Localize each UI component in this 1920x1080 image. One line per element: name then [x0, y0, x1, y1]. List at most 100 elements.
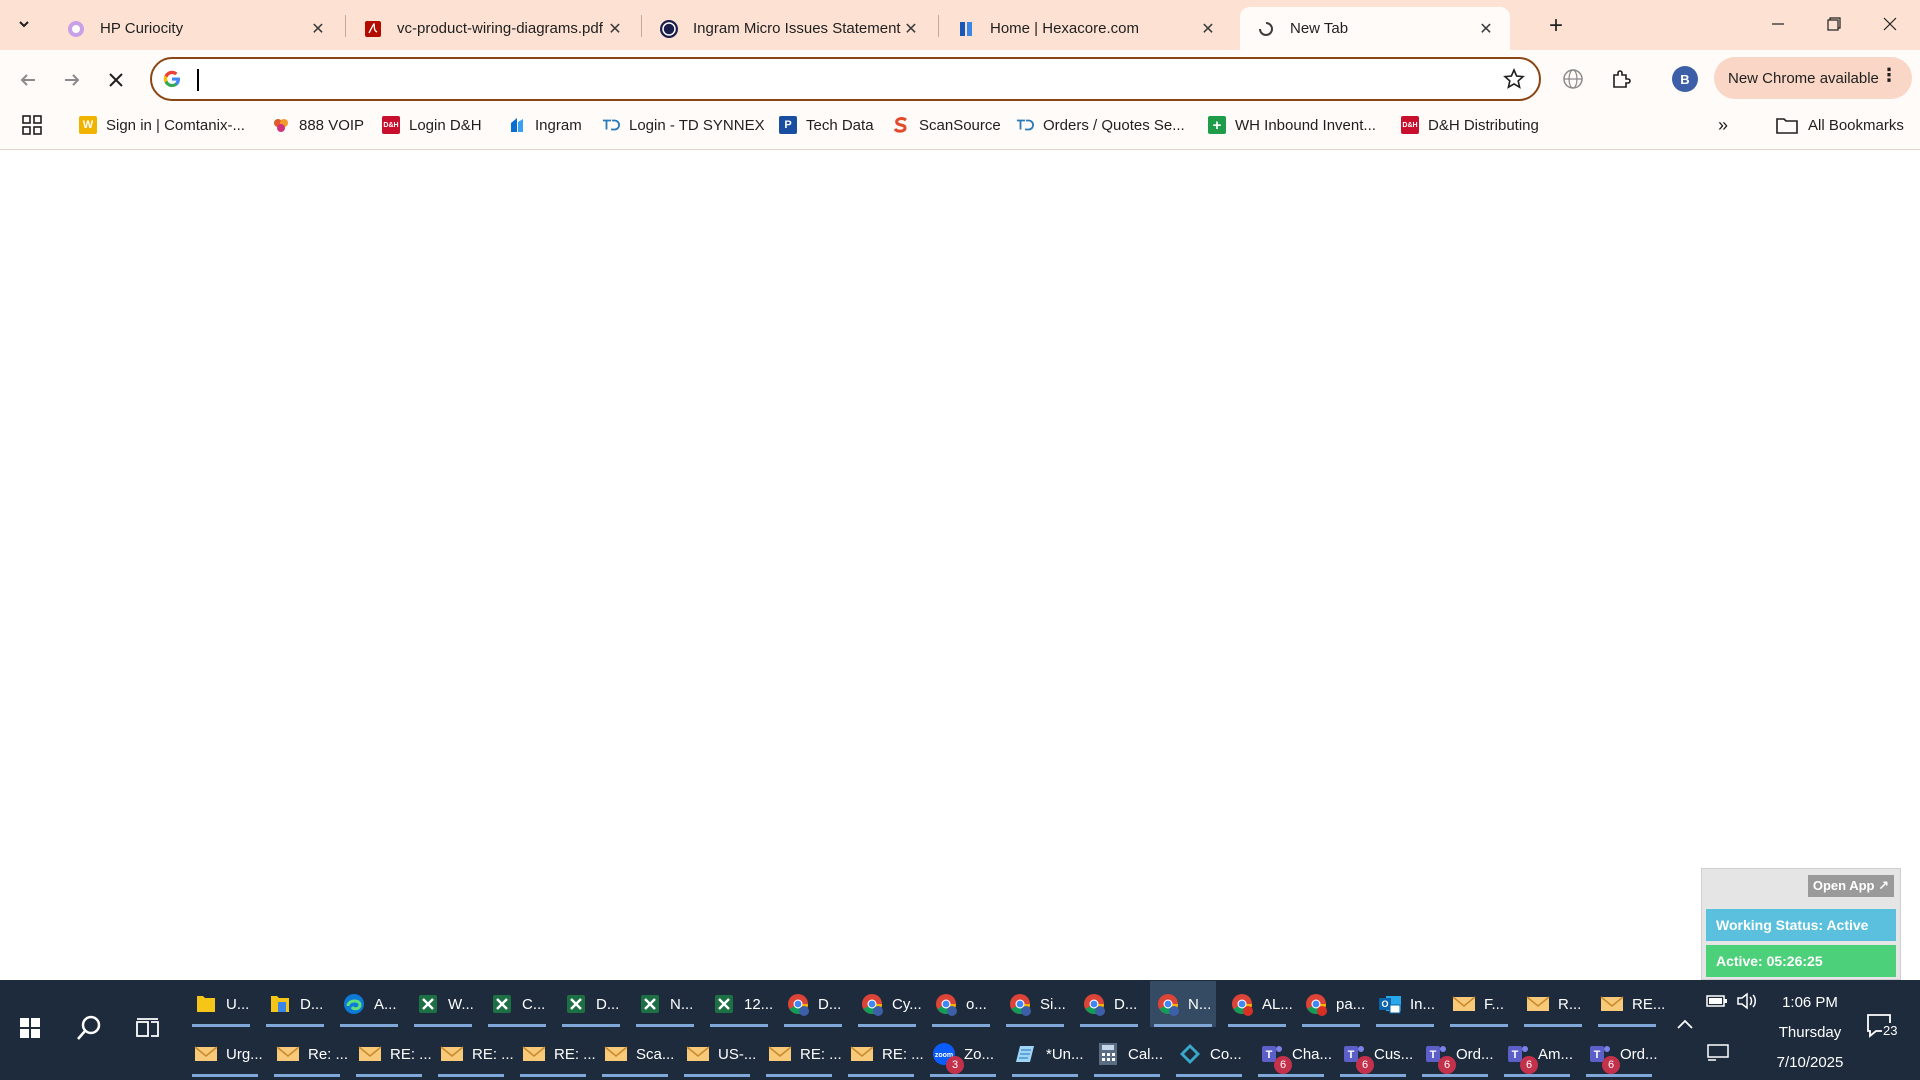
svg-text:T: T: [1594, 1049, 1601, 1061]
forward-button[interactable]: [54, 62, 90, 98]
tab-strip: HP Curiocity ✕ vc-product-wiring-diagram…: [0, 0, 1920, 50]
mail-icon: [1524, 990, 1552, 1018]
taskbar-app-button[interactable]: N...: [632, 981, 698, 1027]
bookmark-scansource[interactable]: ScanSource: [892, 113, 1001, 137]
volume-icon[interactable]: [1736, 991, 1760, 1015]
address-input[interactable]: [196, 65, 1446, 93]
taskbar-app-button[interactable]: T 6 Am...: [1500, 1031, 1574, 1077]
taskbar-app-button[interactable]: pa...: [1298, 981, 1365, 1027]
all-bookmarks-button[interactable]: All Bookmarks: [1776, 113, 1904, 137]
taskbar-app-button[interactable]: o...: [928, 981, 994, 1027]
tab-new-tab[interactable]: New Tab ✕: [1240, 7, 1510, 50]
bookmark-label: Tech Data: [806, 116, 874, 134]
tab-search-button[interactable]: [8, 8, 40, 40]
tab-hp-curiocity[interactable]: HP Curiocity ✕: [50, 7, 342, 50]
taskbar-app-button[interactable]: Si...: [1002, 981, 1068, 1027]
bookmark-ingram[interactable]: Ingram: [508, 113, 582, 137]
taskbar-app-button[interactable]: AL...: [1224, 981, 1293, 1027]
taskbar-app-button[interactable]: F...: [1446, 981, 1512, 1027]
apps-button[interactable]: [22, 113, 42, 137]
taskbar-app-button[interactable]: T 6 Cha...: [1254, 1031, 1332, 1077]
svg-text:T: T: [1266, 1049, 1273, 1061]
bookmark-label: 888 VOIP: [299, 116, 365, 134]
taskbar-app-button[interactable]: Re: ...: [270, 1031, 348, 1077]
bookmark-dh-distributing[interactable]: D&H D&H Distributing: [1401, 113, 1539, 137]
address-bar[interactable]: [150, 57, 1541, 101]
star-icon[interactable]: [1503, 68, 1525, 90]
calculator-icon: [1094, 1040, 1122, 1068]
taskbar-app-label: Cus...: [1374, 1045, 1414, 1063]
battery-icon[interactable]: [1706, 993, 1728, 1013]
taskbar-clock[interactable]: 1:06 PM Thursday 7/10/2025: [1765, 988, 1855, 1078]
taskbar-app-button[interactable]: Urg...: [188, 1031, 263, 1077]
tab-hexacore[interactable]: Home | Hexacore.com ✕: [940, 7, 1232, 50]
close-icon[interactable]: ✕: [1476, 19, 1496, 39]
close-icon[interactable]: ✕: [901, 19, 921, 39]
taskbar-app-button[interactable]: U...: [188, 981, 254, 1027]
bookmark-888-voip[interactable]: 888 VOIP: [272, 113, 364, 137]
tab-ingram-statement[interactable]: Ingram Micro Issues Statement ✕: [643, 7, 935, 50]
taskbar-app-button[interactable]: zoom 3 Zo...: [926, 1031, 1000, 1077]
bookmark-tech-data[interactable]: P Tech Data: [779, 113, 874, 137]
taskbar-app-button[interactable]: T 6 Ord...: [1582, 1031, 1658, 1077]
stop-loading-button[interactable]: [98, 62, 134, 98]
taskbar-app-button[interactable]: RE: ...: [434, 1031, 514, 1077]
bookmark-wh-inbound[interactable]: + WH Inbound Invent...: [1208, 113, 1376, 137]
close-icon[interactable]: ✕: [605, 19, 625, 39]
taskbar-app-button[interactable]: C...: [484, 981, 550, 1027]
translate-button[interactable]: [1556, 62, 1590, 96]
taskbar-app-button[interactable]: RE: ...: [844, 1031, 924, 1077]
taskbar-app-button[interactable]: US-...: [680, 1031, 756, 1077]
taskbar-app-button[interactable]: Cal...: [1090, 1031, 1164, 1077]
taskbar-app-button[interactable]: 12...: [706, 981, 773, 1027]
taskbar-app-button[interactable]: Sca...: [598, 1031, 674, 1077]
bookmark-comtanix[interactable]: W Sign in | Comtanix-...: [79, 113, 245, 137]
profile-avatar[interactable]: B: [1672, 66, 1698, 92]
taskbar-app-button[interactable]: RE...: [1594, 981, 1665, 1027]
search-button[interactable]: [61, 996, 117, 1060]
taskbar-app-label: Cal...: [1128, 1045, 1164, 1063]
taskbar-app-label: Ord...: [1456, 1045, 1494, 1063]
taskbar-app-button[interactable]: RE: ...: [762, 1031, 842, 1077]
new-tab-button[interactable]: +: [1540, 10, 1572, 42]
taskbar-app-button[interactable]: A...: [336, 981, 402, 1027]
restore-button[interactable]: [1806, 0, 1862, 48]
notification-center-button[interactable]: 23: [1866, 1013, 1899, 1043]
close-icon[interactable]: ✕: [1198, 19, 1218, 39]
task-view-button[interactable]: [120, 996, 176, 1060]
taskbar-app-button[interactable]: Co...: [1172, 1031, 1246, 1077]
start-button[interactable]: [2, 996, 58, 1060]
bookmark-orders-quotes[interactable]: Orders / Quotes Se...: [1016, 113, 1185, 137]
minimize-icon: [1772, 23, 1784, 25]
taskbar-app-button[interactable]: *Un...: [1008, 1031, 1084, 1077]
network-icon[interactable]: [1706, 1042, 1730, 1066]
taskbar-app-button[interactable]: RE: ...: [352, 1031, 432, 1077]
taskbar-app-button[interactable]: O In...: [1372, 981, 1438, 1027]
tab-wiring-diagrams-pdf[interactable]: vc-product-wiring-diagrams.pdf ✕: [347, 7, 639, 50]
open-app-button[interactable]: Open App ↗: [1807, 875, 1894, 897]
taskbar-app-button[interactable]: R...: [1520, 981, 1586, 1027]
bookmark-label: Ingram: [535, 116, 582, 134]
bookmarks-overflow-button[interactable]: »: [1718, 113, 1728, 137]
taskbar-app-button[interactable]: T 6 Ord...: [1418, 1031, 1494, 1077]
taskbar-app-label: RE: ...: [800, 1045, 842, 1063]
chevron-down-icon: [19, 21, 29, 28]
bookmark-td-synnex[interactable]: Login - TD SYNNEX: [602, 113, 765, 137]
close-window-button[interactable]: [1862, 0, 1918, 48]
taskbar-app-button[interactable]: D...: [558, 981, 624, 1027]
back-button[interactable]: [10, 62, 46, 98]
taskbar-app-button[interactable]: Cy...: [854, 981, 922, 1027]
taskbar-app-button[interactable]: D...: [1076, 981, 1142, 1027]
show-hidden-icons-button[interactable]: [1676, 1017, 1694, 1034]
taskbar-app-button[interactable]: T 6 Cus...: [1336, 1031, 1414, 1077]
bookmark-login-dh[interactable]: D&H Login D&H: [382, 113, 482, 137]
taskbar-app-button[interactable]: RE: ...: [516, 1031, 596, 1077]
taskbar-app-button[interactable]: D...: [262, 981, 328, 1027]
new-chrome-available-button[interactable]: New Chrome available ⋮: [1714, 57, 1912, 99]
taskbar-app-button[interactable]: W...: [410, 981, 476, 1027]
taskbar-app-button[interactable]: N...: [1150, 981, 1216, 1027]
extensions-button[interactable]: [1604, 62, 1638, 96]
minimize-button[interactable]: [1750, 0, 1806, 48]
taskbar-app-button[interactable]: D...: [780, 981, 846, 1027]
close-icon[interactable]: ✕: [308, 19, 328, 39]
